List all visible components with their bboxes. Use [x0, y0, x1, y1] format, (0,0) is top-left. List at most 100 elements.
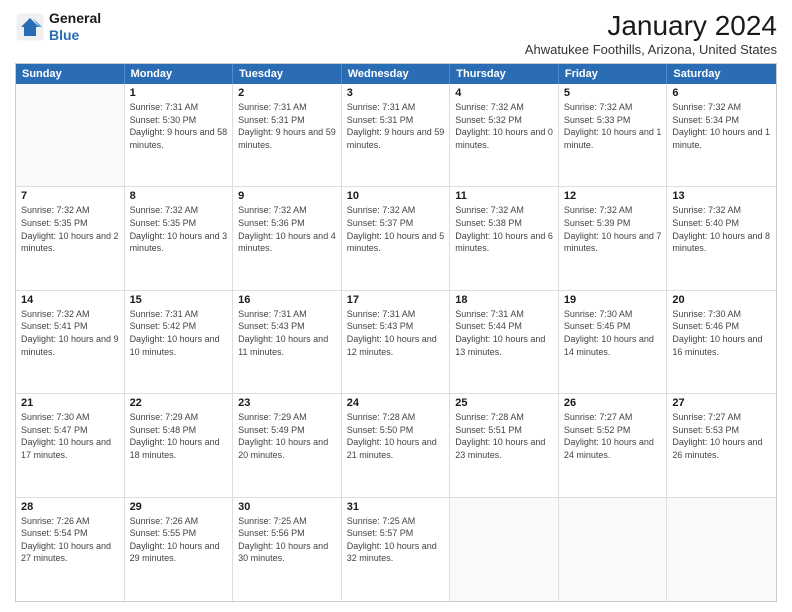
day-info: Sunrise: 7:31 AMSunset: 5:31 PMDaylight:…: [347, 101, 445, 151]
day-info: Sunrise: 7:31 AMSunset: 5:43 PMDaylight:…: [238, 308, 336, 358]
day-cell-6: 6Sunrise: 7:32 AMSunset: 5:34 PMDaylight…: [667, 84, 776, 186]
page: General Blue January 2024 Ahwatukee Foot…: [0, 0, 792, 612]
day-info: Sunrise: 7:31 AMSunset: 5:31 PMDaylight:…: [238, 101, 336, 151]
day-number: 17: [347, 294, 445, 306]
day-info: Sunrise: 7:31 AMSunset: 5:44 PMDaylight:…: [455, 308, 553, 358]
day-info: Sunrise: 7:30 AMSunset: 5:47 PMDaylight:…: [21, 411, 119, 461]
day-cell-21: 21 Sunrise: 7:30 AMSunset: 5:47 PMDayligh…: [16, 394, 125, 496]
day-number: 28: [21, 501, 119, 513]
header-day-thursday: Thursday: [450, 64, 559, 84]
day-info: Sunrise: 7:32 AMSunset: 5:35 PMDaylight:…: [21, 204, 119, 254]
header-day-sunday: Sunday: [16, 64, 125, 84]
day-number: 16: [238, 294, 336, 306]
location: Ahwatukee Foothills, Arizona, United Sta…: [525, 42, 777, 57]
day-cell-19: 19Sunrise: 7:30 AMSunset: 5:45 PMDayligh…: [559, 291, 668, 393]
day-number: 18: [455, 294, 553, 306]
day-number: 24: [347, 397, 445, 409]
day-cell-26: 26 Sunrise: 7:27 AMSunset: 5:52 PMDayligh…: [559, 394, 668, 496]
day-info: Sunrise: 7:32 AMSunset: 5:40 PMDaylight:…: [672, 204, 771, 254]
day-info: Sunrise: 7:32 AMSunset: 5:41 PMDaylight:…: [21, 308, 119, 358]
day-number: 20: [672, 294, 771, 306]
day-number: 23: [238, 397, 336, 409]
day-cell-17: 17 Sunrise: 7:31 AMSunset: 5:43 PMDayligh…: [342, 291, 451, 393]
day-cell-23: 23Sunrise: 7:29 AMSunset: 5:49 PMDayligh…: [233, 394, 342, 496]
day-info: Sunrise: 7:26 AMSunset: 5:55 PMDaylight:…: [130, 515, 228, 565]
logo-text: General Blue: [49, 10, 101, 44]
day-cell-2: 2 Sunrise: 7:31 AMSunset: 5:31 PMDaylight…: [233, 84, 342, 186]
day-info: Sunrise: 7:25 AMSunset: 5:56 PMDaylight:…: [238, 515, 336, 565]
day-number: 7: [21, 190, 119, 202]
day-info: Sunrise: 7:32 AMSunset: 5:38 PMDaylight:…: [455, 204, 553, 254]
day-cell-4: 4Sunrise: 7:32 AMSunset: 5:32 PMDaylight…: [450, 84, 559, 186]
header-day-friday: Friday: [559, 64, 668, 84]
header-day-wednesday: Wednesday: [342, 64, 451, 84]
day-number: 13: [672, 190, 771, 202]
day-cell-3: 3 Sunrise: 7:31 AMSunset: 5:31 PMDaylight…: [342, 84, 451, 186]
title-block: January 2024 Ahwatukee Foothills, Arizon…: [525, 10, 777, 57]
week-row-2: 7 Sunrise: 7:32 AMSunset: 5:35 PMDaylight…: [16, 187, 776, 290]
day-number: 11: [455, 190, 553, 202]
day-number: 4: [455, 87, 553, 99]
day-info: Sunrise: 7:31 AMSunset: 5:42 PMDaylight:…: [130, 308, 228, 358]
day-info: Sunrise: 7:29 AMSunset: 5:48 PMDaylight:…: [130, 411, 228, 461]
header-day-monday: Monday: [125, 64, 234, 84]
day-info: Sunrise: 7:27 AMSunset: 5:52 PMDaylight:…: [564, 411, 662, 461]
day-cell-12: 12 Sunrise: 7:32 AMSunset: 5:39 PMDayligh…: [559, 187, 668, 289]
week-row-1: 1Sunrise: 7:31 AMSunset: 5:30 PMDaylight…: [16, 84, 776, 187]
day-number: 27: [672, 397, 771, 409]
empty-cell: [450, 498, 559, 601]
day-cell-20: 20 Sunrise: 7:30 AMSunset: 5:46 PMDayligh…: [667, 291, 776, 393]
day-info: Sunrise: 7:28 AMSunset: 5:51 PMDaylight:…: [455, 411, 553, 461]
day-info: Sunrise: 7:32 AMSunset: 5:33 PMDaylight:…: [564, 101, 662, 151]
day-number: 5: [564, 87, 662, 99]
day-number: 2: [238, 87, 336, 99]
day-cell-10: 10 Sunrise: 7:32 AMSunset: 5:37 PMDayligh…: [342, 187, 451, 289]
day-number: 15: [130, 294, 228, 306]
day-info: Sunrise: 7:28 AMSunset: 5:50 PMDaylight:…: [347, 411, 445, 461]
logo-general: General: [49, 10, 101, 27]
header: General Blue January 2024 Ahwatukee Foot…: [15, 10, 777, 57]
day-number: 26: [564, 397, 662, 409]
logo: General Blue: [15, 10, 101, 44]
day-cell-11: 11 Sunrise: 7:32 AMSunset: 5:38 PMDayligh…: [450, 187, 559, 289]
day-info: Sunrise: 7:30 AMSunset: 5:45 PMDaylight:…: [564, 308, 662, 358]
day-info: Sunrise: 7:31 AMSunset: 5:43 PMDaylight:…: [347, 308, 445, 358]
day-cell-14: 14 Sunrise: 7:32 AMSunset: 5:41 PMDayligh…: [16, 291, 125, 393]
day-number: 9: [238, 190, 336, 202]
day-number: 29: [130, 501, 228, 513]
day-cell-8: 8 Sunrise: 7:32 AMSunset: 5:35 PMDaylight…: [125, 187, 234, 289]
header-day-saturday: Saturday: [667, 64, 776, 84]
day-number: 10: [347, 190, 445, 202]
logo-blue: Blue: [49, 27, 101, 44]
day-info: Sunrise: 7:32 AMSunset: 5:39 PMDaylight:…: [564, 204, 662, 254]
day-info: Sunrise: 7:32 AMSunset: 5:36 PMDaylight:…: [238, 204, 336, 254]
day-cell-27: 27 Sunrise: 7:27 AMSunset: 5:53 PMDayligh…: [667, 394, 776, 496]
calendar-header: SundayMondayTuesdayWednesdayThursdayFrid…: [16, 64, 776, 84]
empty-cell: [559, 498, 668, 601]
day-number: 14: [21, 294, 119, 306]
day-cell-5: 5 Sunrise: 7:32 AMSunset: 5:33 PMDaylight…: [559, 84, 668, 186]
day-info: Sunrise: 7:32 AMSunset: 5:37 PMDaylight:…: [347, 204, 445, 254]
month-title: January 2024: [525, 10, 777, 42]
day-cell-15: 15 Sunrise: 7:31 AMSunset: 5:42 PMDayligh…: [125, 291, 234, 393]
empty-cell: [16, 84, 125, 186]
day-cell-7: 7 Sunrise: 7:32 AMSunset: 5:35 PMDaylight…: [16, 187, 125, 289]
day-number: 8: [130, 190, 228, 202]
day-cell-18: 18 Sunrise: 7:31 AMSunset: 5:44 PMDayligh…: [450, 291, 559, 393]
day-info: Sunrise: 7:30 AMSunset: 5:46 PMDaylight:…: [672, 308, 771, 358]
day-info: Sunrise: 7:32 AMSunset: 5:35 PMDaylight:…: [130, 204, 228, 254]
day-cell-22: 22Sunrise: 7:29 AMSunset: 5:48 PMDayligh…: [125, 394, 234, 496]
day-cell-9: 9 Sunrise: 7:32 AMSunset: 5:36 PMDaylight…: [233, 187, 342, 289]
logo-icon: [15, 12, 45, 42]
header-day-tuesday: Tuesday: [233, 64, 342, 84]
day-number: 31: [347, 501, 445, 513]
day-number: 25: [455, 397, 553, 409]
day-cell-29: 29 Sunrise: 7:26 AMSunset: 5:55 PMDayligh…: [125, 498, 234, 601]
day-info: Sunrise: 7:25 AMSunset: 5:57 PMDaylight:…: [347, 515, 445, 565]
day-number: 3: [347, 87, 445, 99]
day-cell-24: 24 Sunrise: 7:28 AMSunset: 5:50 PMDayligh…: [342, 394, 451, 496]
week-row-4: 21 Sunrise: 7:30 AMSunset: 5:47 PMDayligh…: [16, 394, 776, 497]
day-number: 21: [21, 397, 119, 409]
day-info: Sunrise: 7:27 AMSunset: 5:53 PMDaylight:…: [672, 411, 771, 461]
day-number: 12: [564, 190, 662, 202]
